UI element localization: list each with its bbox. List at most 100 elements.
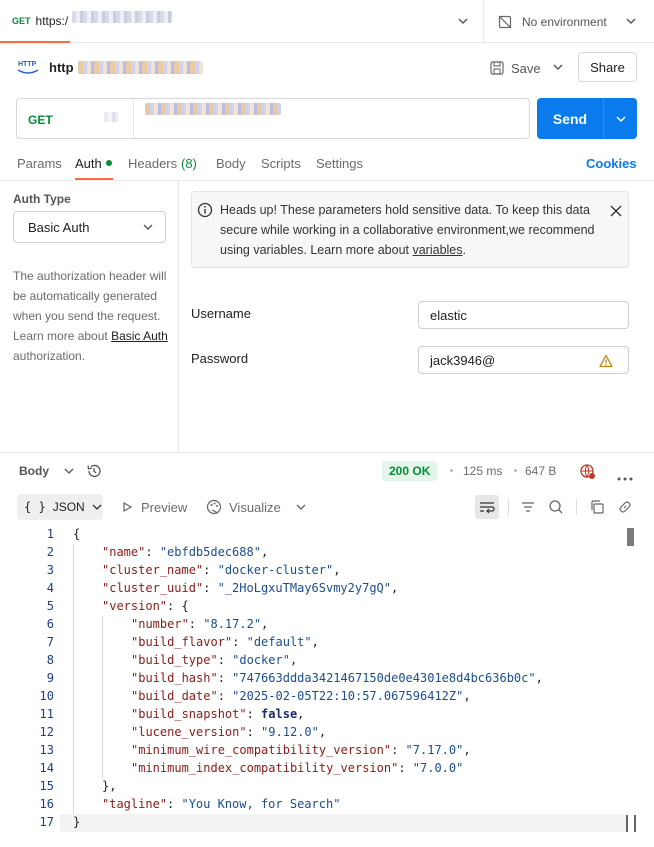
visualize-label: Visualize (229, 499, 281, 515)
code-token: } (73, 815, 81, 829)
notice-body: Heads up! These parameters hold sensitiv… (220, 203, 595, 257)
tab-auth[interactable]: Auth (75, 156, 102, 171)
tab-headers[interactable]: Headers (128, 156, 177, 171)
current-line-highlight (60, 814, 628, 832)
code-line: "build_type": "docker", (131, 653, 297, 667)
status-badge[interactable]: 200 OK (382, 461, 438, 481)
tab-params[interactable]: Params (17, 156, 62, 171)
code-token: : (167, 797, 182, 811)
line-number: 1 (46, 527, 54, 541)
send-button[interactable]: Send (537, 98, 637, 139)
palette-icon (206, 499, 222, 515)
basic-auth-link[interactable]: Basic Auth (111, 329, 168, 343)
code-line: "build_flavor": "default", (131, 635, 319, 649)
code-token: "ebfdb5dec688" (159, 545, 261, 559)
code-line: "minimum_wire_compatibility_version": "7… (131, 743, 471, 757)
code-token: "_2HoLgxuTMay6Svmy2y7gQ" (217, 581, 391, 595)
redacted-tab-url (72, 11, 172, 23)
code-token: , (260, 545, 269, 559)
response-body-selector[interactable]: Body (19, 463, 75, 479)
code-token: "2025-02-05T22:10:57.067596412Z" (232, 689, 464, 703)
chevron-down-icon[interactable] (604, 112, 637, 126)
line-number: 7 (46, 635, 54, 649)
share-button[interactable]: Share (578, 52, 637, 82)
auth-type-select[interactable]: Basic Auth (13, 211, 166, 243)
chevron-down-icon[interactable] (551, 60, 565, 74)
line-number: 3 (46, 563, 54, 577)
method-selector[interactable]: GET (28, 113, 53, 127)
code-token: "tagline" (102, 797, 168, 811)
code-token: : (217, 671, 233, 685)
line-number: 17 (39, 815, 54, 829)
info-icon (197, 202, 213, 218)
url-input[interactable] (145, 103, 281, 115)
tab-method: GET (12, 15, 31, 26)
line-number: 5 (46, 599, 54, 613)
code-line: "build_hash": "747663ddda3421467150de0e4… (131, 671, 543, 685)
share-label: Share (590, 59, 625, 75)
save-button[interactable]: Save (489, 58, 541, 78)
link-icon[interactable] (617, 499, 633, 515)
environment-selector[interactable]: No environment (497, 13, 607, 31)
code-line: "number": "8.17.2", (131, 617, 268, 631)
code-token: : (391, 743, 406, 757)
chevron-down-icon[interactable] (624, 14, 638, 28)
code-line: "tagline": "You Know, for Search" (102, 797, 340, 811)
auth-panel-divider (178, 180, 179, 452)
close-icon[interactable] (609, 204, 623, 218)
line-number: 4 (46, 581, 54, 595)
wrap-icon (480, 502, 495, 514)
toolbar-divider (508, 499, 509, 515)
code-token: "9.12.0" (261, 725, 319, 739)
tabs-divider (0, 180, 654, 181)
code-token: "cluster_uuid" (102, 581, 204, 595)
request-tab[interactable]: GET https:/ (0, 0, 70, 43)
code-line: "version": { (102, 599, 189, 613)
code-token: "name" (102, 545, 146, 559)
notice-text: Heads up! These parameters hold sensitiv… (220, 200, 604, 260)
auth-description: The authorization header will be automat… (13, 266, 168, 366)
code-token: , (311, 635, 319, 649)
variables-link[interactable]: variables (412, 243, 462, 257)
password-field[interactable]: jack3946@ (418, 346, 629, 374)
auth-description-tail: authorization. (13, 349, 86, 363)
filter-icon[interactable] (520, 499, 536, 515)
code-token: : (246, 725, 262, 739)
code-line: "name": "ebfdb5dec688", (102, 545, 268, 559)
username-field[interactable]: elastic (418, 301, 629, 329)
chevron-down-icon[interactable] (456, 14, 470, 28)
wrap-lines-button[interactable] (475, 495, 499, 519)
search-icon[interactable] (548, 499, 564, 515)
history-icon[interactable] (86, 463, 102, 479)
tab-scripts[interactable]: Scripts (261, 156, 301, 171)
tab-body[interactable]: Body (216, 156, 246, 171)
chevron-down-icon (63, 465, 75, 477)
code-token: "build_flavor" (131, 635, 233, 649)
code-token: , (391, 581, 399, 595)
code-token: "minimum_wire_compatibility_version" (131, 743, 392, 757)
line-number: 9 (46, 671, 54, 685)
play-icon (121, 501, 133, 513)
copy-icon[interactable] (589, 499, 605, 515)
http-request-icon: HTTP (16, 56, 40, 78)
code-token: : (203, 563, 218, 577)
tab-url-prefix: https:/ (35, 13, 69, 28)
preview-button[interactable]: Preview (121, 499, 187, 515)
redacted-method-area (104, 112, 118, 122)
code-token: : (188, 617, 204, 631)
code-token: "docker-cluster" (217, 563, 334, 577)
code-token: "build_snapshot" (131, 707, 247, 721)
more-options-icon[interactable] (617, 469, 633, 481)
format-selector[interactable]: { } JSON (17, 494, 103, 520)
code-token: "8.17.2" (203, 617, 262, 631)
response-time[interactable]: 125 ms (463, 464, 502, 478)
visualize-button[interactable]: Visualize (206, 498, 307, 516)
tab-settings[interactable]: Settings (316, 156, 363, 171)
cookies-link[interactable]: Cookies (586, 156, 637, 171)
network-globe-icon[interactable] (579, 463, 596, 480)
response-size[interactable]: 647 B (525, 464, 556, 478)
request-name-prefix[interactable]: http (49, 60, 74, 75)
scrollbar-thumb[interactable] (627, 528, 634, 546)
code-token: : (246, 707, 262, 721)
code-line: } (73, 815, 80, 829)
